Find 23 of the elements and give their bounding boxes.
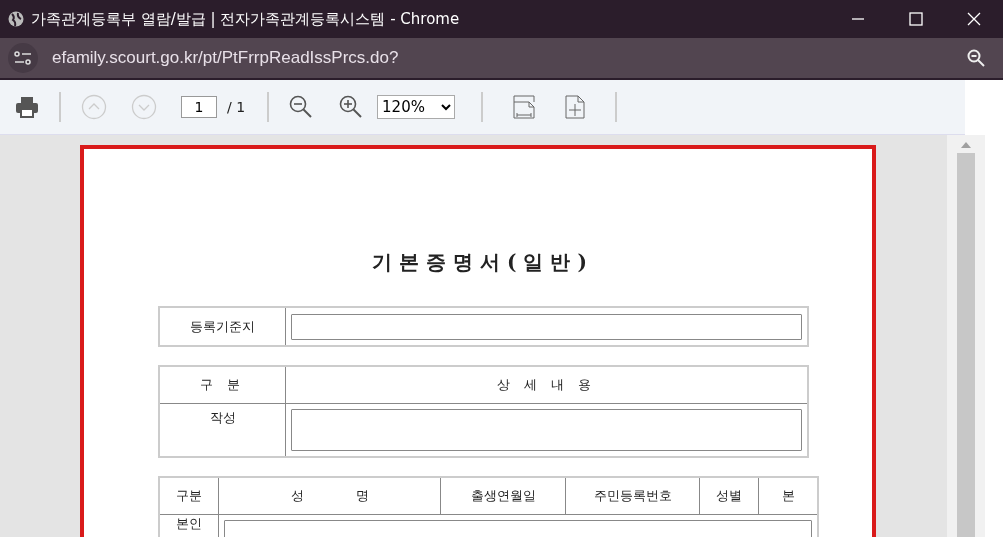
window-title: 가족관계등록부 열람/발급 | 전자가족관계등록시스템 - Chrome bbox=[31, 9, 461, 29]
zoom-select[interactable]: 120% bbox=[377, 95, 456, 119]
tune-icon bbox=[14, 51, 32, 65]
fit-width-icon[interactable] bbox=[513, 95, 536, 119]
zoom-out-icon[interactable] bbox=[967, 49, 985, 67]
zoom-out-icon[interactable] bbox=[289, 95, 314, 119]
column-header: 출생연월일 bbox=[440, 477, 566, 515]
column-header: 주민등록번호 bbox=[565, 477, 700, 515]
globe-icon bbox=[8, 11, 24, 27]
close-icon[interactable] bbox=[967, 12, 981, 26]
scrollbar[interactable] bbox=[947, 135, 1003, 537]
zoom-in-icon[interactable] bbox=[339, 95, 364, 119]
document-title: 기본증명서(일반) bbox=[371, 249, 595, 276]
column-header: 성 명 bbox=[218, 477, 441, 515]
page-number-field[interactable]: 1 bbox=[181, 96, 217, 118]
site-info-button[interactable] bbox=[8, 43, 38, 73]
page-total: / 1 bbox=[227, 99, 246, 115]
print-icon[interactable] bbox=[15, 96, 39, 118]
column-header: 구 분 bbox=[159, 366, 286, 404]
maximize-icon[interactable] bbox=[909, 12, 923, 26]
fit-page-icon[interactable] bbox=[565, 95, 586, 119]
column-header: 구분 bbox=[159, 477, 219, 515]
column-header: 성별 bbox=[699, 477, 759, 515]
